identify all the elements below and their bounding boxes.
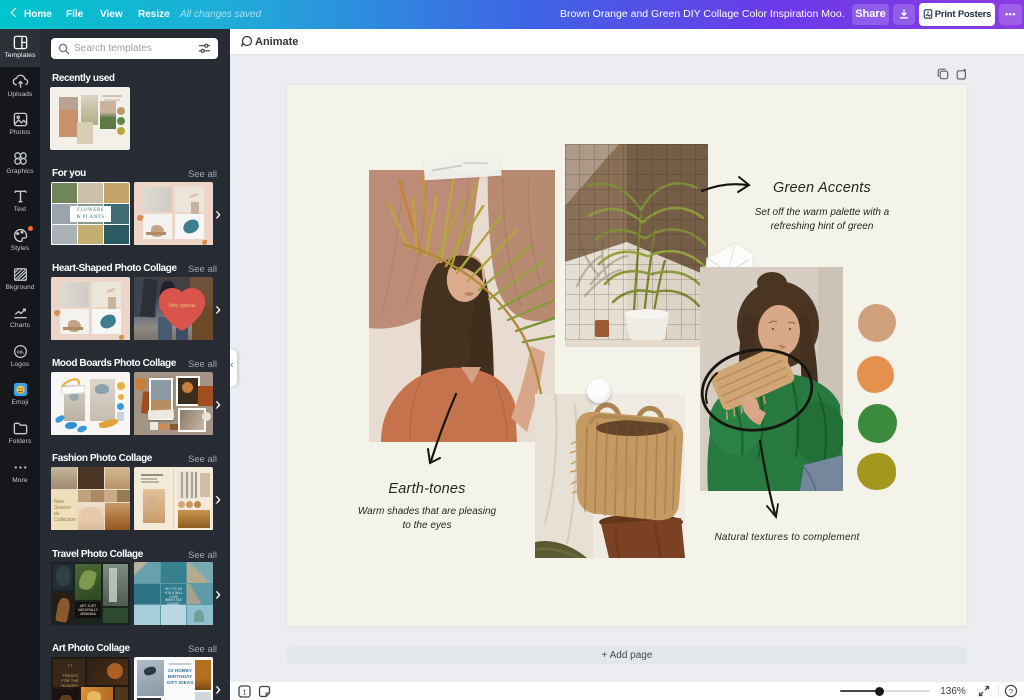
svg-text:?: ? [1009, 687, 1013, 696]
svg-text:co.: co. [16, 349, 24, 355]
svg-text:1: 1 [242, 688, 246, 697]
svg-text:Very special: Very special [168, 303, 196, 309]
